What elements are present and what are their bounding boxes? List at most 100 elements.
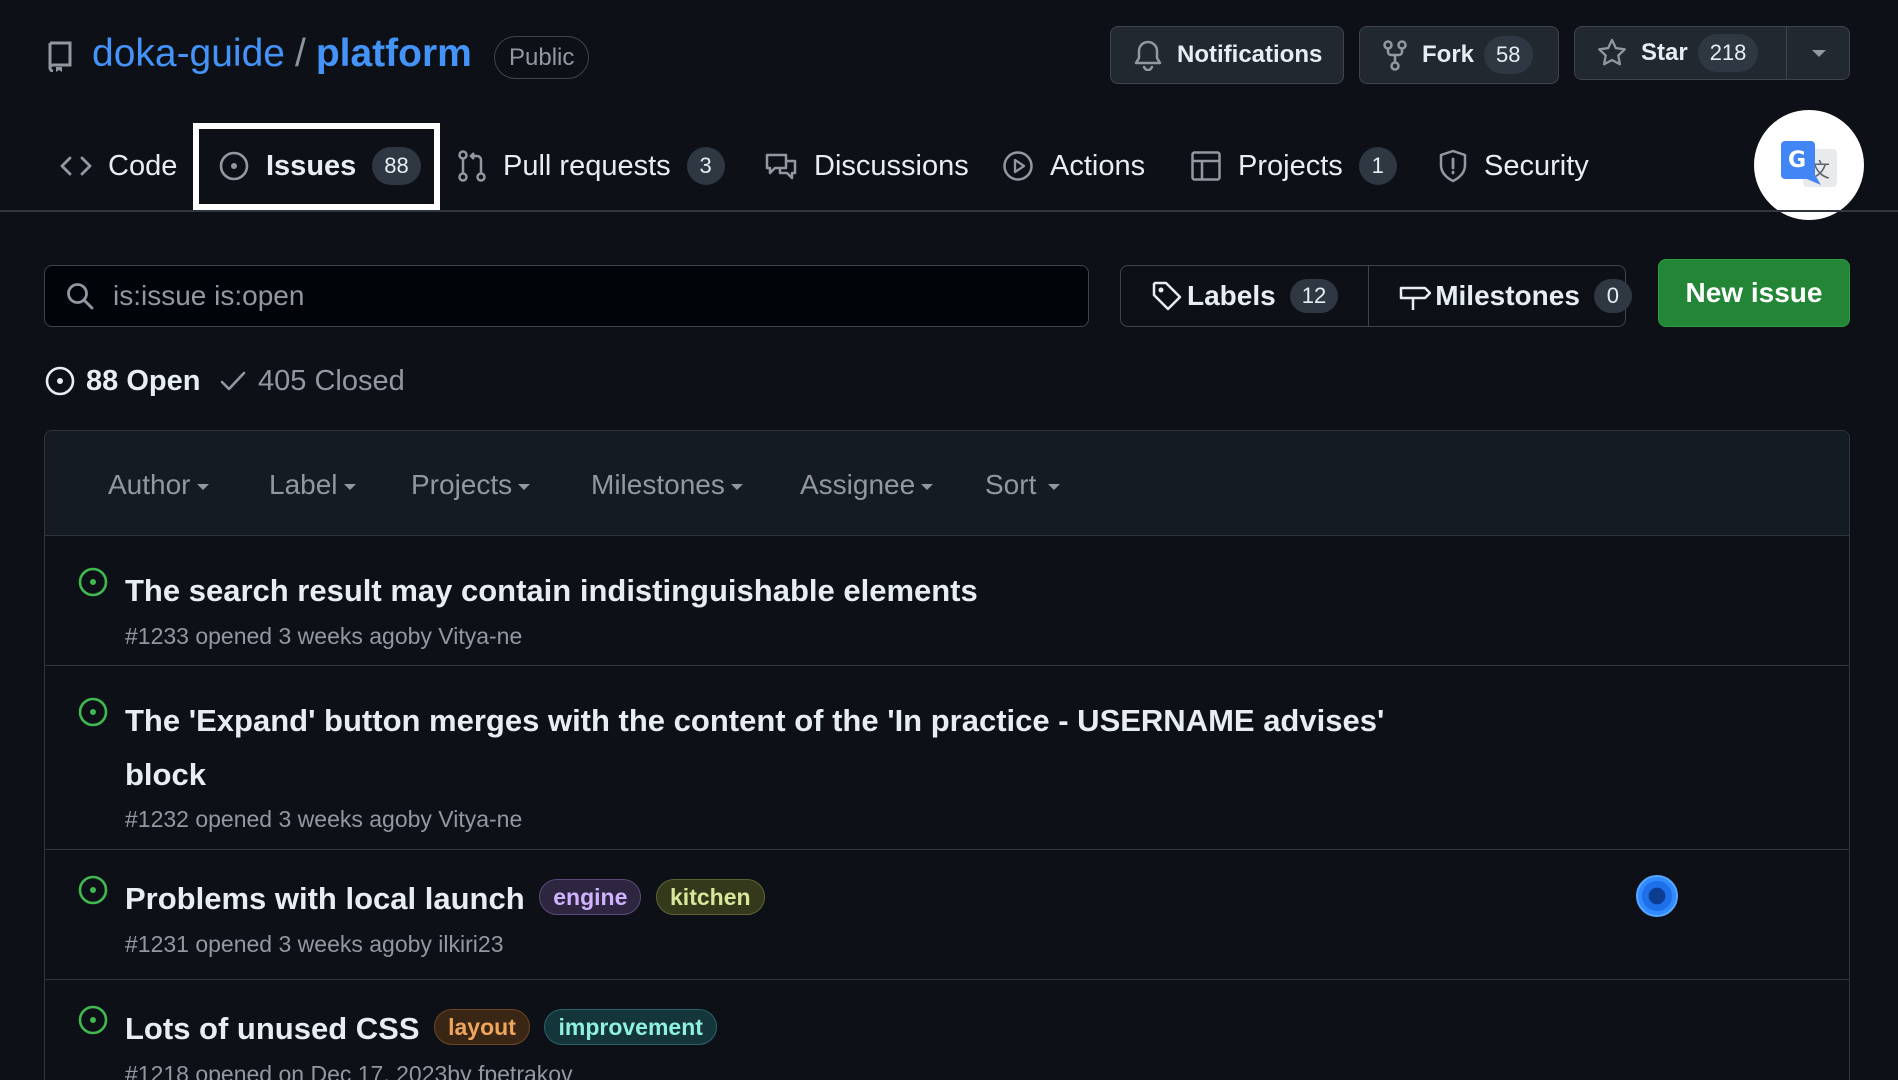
filter-author-label: Author bbox=[108, 469, 191, 500]
label-kitchen[interactable]: kitchen bbox=[656, 878, 765, 915]
issue-opened-icon bbox=[77, 874, 109, 906]
svg-text:G: G bbox=[1788, 148, 1806, 173]
search-input[interactable] bbox=[113, 280, 1013, 312]
bell-icon bbox=[1133, 39, 1163, 71]
issue-title-link[interactable]: The 'Expand' button merges with the cont… bbox=[125, 694, 1445, 802]
table-icon bbox=[1190, 150, 1222, 182]
repo-owner-link[interactable]: doka-guide bbox=[92, 32, 285, 76]
tag-icon bbox=[1151, 280, 1183, 312]
filter-milestones[interactable]: Milestones bbox=[591, 467, 743, 503]
issue-title-link[interactable]: Problems with local launch engine kitche… bbox=[125, 872, 1445, 926]
table-row[interactable]: The search result may contain indistingu… bbox=[45, 536, 1849, 666]
filter-projects-label: Projects bbox=[411, 469, 513, 500]
star-dropdown-button[interactable] bbox=[1786, 26, 1850, 80]
tab-actions-label: Actions bbox=[1050, 149, 1146, 182]
visibility-badge: Public bbox=[494, 36, 590, 79]
check-icon bbox=[218, 366, 248, 396]
shield-icon bbox=[1438, 149, 1468, 183]
table-row[interactable]: Lots of unused CSS layout improvement #1… bbox=[45, 980, 1849, 1080]
tab-discussions-label: Discussions bbox=[814, 149, 969, 182]
caret-down-icon bbox=[1048, 484, 1061, 490]
issue-meta: #1233 opened 3 weeks agoby Vitya-ne bbox=[125, 623, 523, 649]
filter-sort[interactable]: Sort bbox=[985, 467, 1061, 503]
label-layout[interactable]: layout bbox=[434, 1008, 530, 1045]
tab-projects-label: Projects bbox=[1238, 149, 1343, 182]
tab-security[interactable]: Security bbox=[1438, 138, 1589, 194]
new-issue-button[interactable]: New issue bbox=[1658, 259, 1850, 327]
milestone-icon bbox=[1399, 280, 1432, 312]
caret-down-icon bbox=[196, 484, 209, 490]
notifications-label: Notifications bbox=[1177, 41, 1323, 68]
chevron-down-icon bbox=[1811, 49, 1826, 57]
milestones-count: 0 bbox=[1593, 279, 1632, 313]
table-row[interactable]: The 'Expand' button merges with the cont… bbox=[45, 666, 1849, 850]
filter-label[interactable]: Label bbox=[269, 467, 356, 503]
open-issues-toggle[interactable]: 88 Open bbox=[44, 360, 200, 402]
fork-icon bbox=[1382, 39, 1408, 71]
nav-divider bbox=[0, 210, 1898, 212]
open-count-label: 88 Open bbox=[86, 364, 201, 397]
tab-pull-requests-count: 3 bbox=[686, 147, 725, 185]
milestones-button[interactable]: Milestones 0 bbox=[1368, 266, 1662, 326]
caret-down-icon bbox=[343, 484, 356, 490]
table-row[interactable]: Problems with local launch engine kitche… bbox=[45, 850, 1849, 980]
repo-icon bbox=[46, 40, 74, 72]
breadcrumb-separator: / bbox=[294, 32, 306, 75]
issue-meta: #1218 opened on Dec 17, 2023by fpetrakov bbox=[125, 1061, 573, 1080]
filter-sort-label: Sort bbox=[985, 469, 1037, 500]
tab-projects-count: 1 bbox=[1358, 147, 1397, 185]
issue-title: Lots of unused CSS bbox=[125, 1011, 420, 1046]
code-icon bbox=[60, 152, 92, 180]
issue-opened-icon bbox=[77, 696, 109, 728]
mouse-cursor-indicator bbox=[1636, 875, 1678, 917]
notifications-button[interactable]: Notifications bbox=[1110, 26, 1344, 84]
issue-title: Problems with local launch bbox=[125, 881, 525, 916]
issue-search[interactable] bbox=[44, 265, 1089, 327]
tab-pull-requests[interactable]: Pull requests 3 bbox=[457, 138, 725, 194]
star-label: Star bbox=[1641, 39, 1688, 66]
fork-count: 58 bbox=[1484, 36, 1533, 74]
filter-projects[interactable]: Projects bbox=[411, 467, 531, 503]
tab-pull-requests-label: Pull requests bbox=[503, 149, 671, 182]
play-icon bbox=[1002, 150, 1034, 182]
issue-opened-icon bbox=[77, 566, 109, 598]
git-pull-request-icon bbox=[457, 149, 487, 183]
labels-label: Labels bbox=[1187, 280, 1276, 311]
issue-opened-icon bbox=[77, 1004, 109, 1036]
tab-discussions[interactable]: Discussions bbox=[764, 138, 969, 194]
issue-meta: #1231 opened 3 weeks agoby ilkiri23 bbox=[125, 931, 504, 957]
caret-down-icon bbox=[730, 484, 743, 490]
labels-milestones-group: Labels 12 Milestones 0 bbox=[1120, 265, 1632, 327]
closed-issues-toggle[interactable]: 405 Closed bbox=[218, 360, 405, 402]
caret-down-icon bbox=[518, 484, 531, 490]
issue-title-link[interactable]: The search result may contain indistingu… bbox=[125, 564, 1445, 618]
issue-title: The search result may contain indistingu… bbox=[125, 573, 978, 608]
fork-label: Fork bbox=[1422, 41, 1475, 68]
tab-code-label: Code bbox=[108, 149, 178, 182]
tab-code[interactable]: Code bbox=[60, 138, 177, 194]
label-improvement[interactable]: improvement bbox=[544, 1008, 717, 1045]
label-engine[interactable]: engine bbox=[539, 878, 642, 915]
comment-discussion-icon bbox=[764, 151, 798, 181]
google-translate-icon[interactable]: 文 G bbox=[1754, 110, 1864, 220]
issues-list: Author Label Projects Milestones Assigne… bbox=[44, 430, 1850, 1080]
tab-projects[interactable]: Projects 1 bbox=[1190, 138, 1397, 194]
milestones-label: Milestones bbox=[1435, 280, 1580, 311]
star-count: 218 bbox=[1697, 34, 1759, 72]
repo-name-link[interactable]: platform bbox=[316, 32, 472, 76]
star-icon bbox=[1597, 38, 1627, 68]
labels-count: 12 bbox=[1289, 279, 1339, 313]
breadcrumb: doka-guide / platform bbox=[92, 32, 472, 76]
issue-title: The 'Expand' button merges with the cont… bbox=[125, 703, 1385, 792]
issue-meta: #1232 opened 3 weeks agoby Vitya-ne bbox=[125, 806, 523, 832]
issue-title-link[interactable]: Lots of unused CSS layout improvement bbox=[125, 1002, 1445, 1056]
fork-button[interactable]: Fork 58 bbox=[1359, 26, 1559, 84]
labels-button[interactable]: Labels 12 bbox=[1121, 266, 1368, 326]
search-icon bbox=[65, 281, 95, 311]
filter-label-label: Label bbox=[269, 469, 338, 500]
filter-assignee[interactable]: Assignee bbox=[800, 467, 934, 503]
tab-security-label: Security bbox=[1484, 149, 1589, 182]
filter-author[interactable]: Author bbox=[108, 467, 209, 503]
issue-opened-icon bbox=[44, 365, 76, 397]
tab-actions[interactable]: Actions bbox=[1002, 138, 1145, 194]
